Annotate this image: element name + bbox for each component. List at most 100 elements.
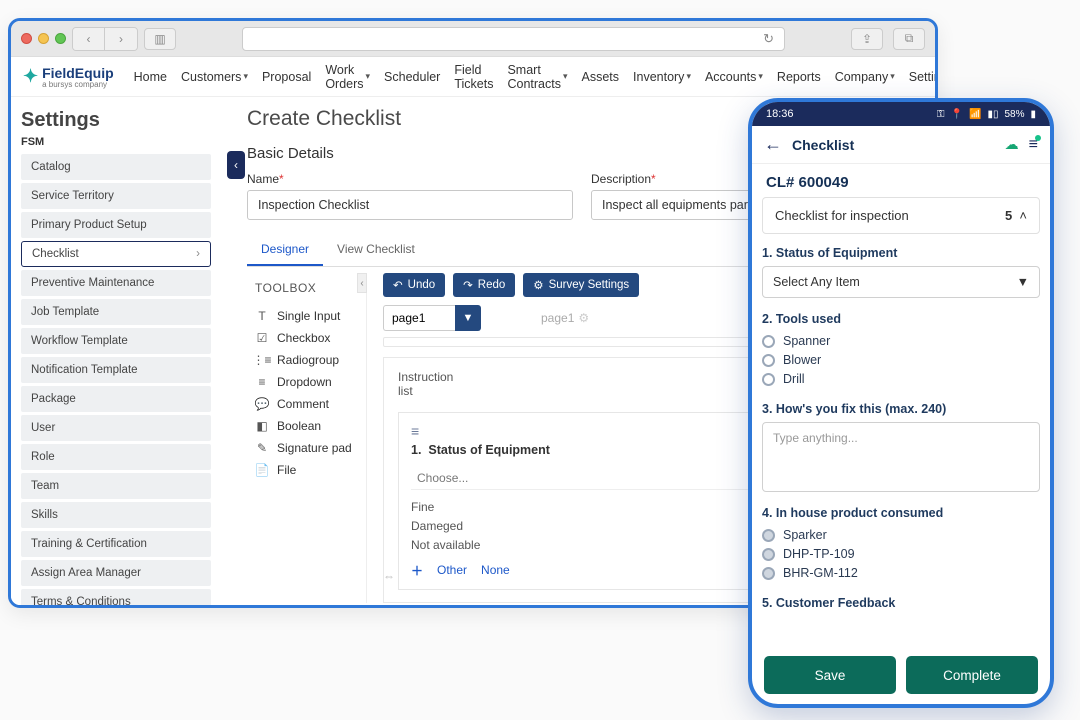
address-bar[interactable]: ↻ [242, 27, 785, 51]
undo-icon: ↶ [393, 278, 403, 292]
cloud-sync-icon[interactable]: ☁ [1005, 136, 1019, 153]
nav-smart-contracts[interactable]: Smart Contracts▾ [507, 63, 567, 91]
q3-textarea[interactable]: Type anything... [762, 422, 1040, 492]
name-input[interactable] [247, 190, 573, 220]
status-time: 18:36 [766, 108, 794, 120]
share-button[interactable]: ⇪ [851, 28, 883, 50]
tool-file[interactable]: 📄File [247, 459, 364, 481]
sidebar-item-catalog[interactable]: Catalog [21, 154, 211, 180]
sidebar-item-terms[interactable]: Terms & Conditions [21, 589, 211, 608]
tool-signature[interactable]: ✎Signature pad [247, 437, 364, 459]
sidebar-item-notification-template[interactable]: Notification Template [21, 357, 211, 383]
sidebar-item-job-template[interactable]: Job Template [21, 299, 211, 325]
q4-option-dhp[interactable]: DHP-TP-109 [762, 547, 1040, 561]
panel-expand-handle[interactable]: ⇔ [383, 569, 395, 591]
tool-label: Comment [277, 397, 329, 411]
settings-sidebar: Settings FSM Catalog Service Territory P… [11, 97, 221, 605]
q2-option-drill[interactable]: Drill [762, 372, 1040, 386]
sidebar-item-role[interactable]: Role [21, 444, 211, 470]
survey-settings-button[interactable]: ⚙Survey Settings [523, 273, 639, 297]
nav-customers[interactable]: Customers▾ [181, 70, 248, 84]
maximize-window-icon[interactable] [55, 33, 66, 44]
other-option-button[interactable]: Other [437, 563, 467, 577]
tool-comment[interactable]: 💬Comment [247, 393, 364, 415]
forward-button[interactable]: › [105, 28, 137, 50]
checkbox-icon [762, 529, 775, 542]
back-icon[interactable]: ← [764, 134, 782, 155]
tool-dropdown[interactable]: ≡Dropdown [247, 371, 364, 393]
logo-subtext: a bursys company [42, 81, 114, 89]
undo-button[interactable]: ↶Undo [383, 273, 445, 297]
sidebar-item-package[interactable]: Package [21, 386, 211, 412]
save-button[interactable]: Save [764, 656, 896, 694]
sidebar-title: Settings [21, 109, 211, 132]
minimize-window-icon[interactable] [38, 33, 49, 44]
nav-field-tickets[interactable]: Field Tickets [454, 63, 493, 91]
redo-button[interactable]: ↷Redo [453, 273, 515, 297]
radio-icon [762, 373, 775, 386]
sidebar-item-checklist[interactable]: Checklist › [21, 241, 211, 267]
sidebar-item-service-territory[interactable]: Service Territory [21, 183, 211, 209]
tool-boolean[interactable]: ◧Boolean [247, 415, 364, 437]
tabs-button[interactable]: ⧉ [893, 28, 925, 50]
checklist-number: CL# 600049 [752, 164, 1050, 197]
tool-radiogroup[interactable]: ⋮≡Radiogroup [247, 349, 364, 371]
menu-icon[interactable]: ≡ [1029, 136, 1038, 154]
q2-option-blower[interactable]: Blower [762, 353, 1040, 367]
sidebar-item-skills[interactable]: Skills [21, 502, 211, 528]
nav-assets[interactable]: Assets [582, 70, 620, 84]
back-button[interactable]: ‹ [73, 28, 105, 50]
page-name-input[interactable] [383, 305, 455, 331]
sidebar-item-assign-area-manager[interactable]: Assign Area Manager [21, 560, 211, 586]
nav-settings[interactable]: Settings [909, 70, 938, 84]
tab-designer[interactable]: Designer [247, 234, 323, 266]
sidebar-item-preventive-maintenance[interactable]: Preventive Maintenance [21, 270, 211, 296]
close-window-icon[interactable] [21, 33, 32, 44]
nav-inventory[interactable]: Inventory▾ [633, 70, 691, 84]
checkbox-icon: ☑ [255, 331, 269, 345]
tab-view-checklist[interactable]: View Checklist [323, 234, 429, 266]
nav-work-orders[interactable]: Work Orders▾ [325, 63, 370, 91]
checklist-for-row[interactable]: Checklist for inspection 5 ˄ [762, 197, 1040, 234]
nav-company[interactable]: Company▾ [835, 70, 895, 84]
tool-label: File [277, 463, 296, 477]
nav-proposal[interactable]: Proposal [262, 70, 311, 84]
sidebar-item-primary-product-setup[interactable]: Primary Product Setup [21, 212, 211, 238]
page-selector[interactable]: ▼ [383, 305, 481, 331]
tool-checkbox[interactable]: ☑Checkbox [247, 327, 364, 349]
sidebar-toggle-button[interactable]: ▥ [144, 28, 176, 50]
nav-home[interactable]: Home [134, 70, 167, 84]
q4-option-sparker[interactable]: Sparker [762, 528, 1040, 542]
dropdown-icon: ≡ [255, 375, 269, 389]
phone-action-bar: Save Complete [752, 656, 1050, 694]
toolbox-collapse-button[interactable]: ‹ [357, 273, 367, 293]
sidebar-item-user[interactable]: User [21, 415, 211, 441]
chevron-right-icon: › [196, 248, 200, 260]
tool-single-input[interactable]: T Single Input [247, 305, 364, 327]
brand-logo[interactable]: ✦ FieldEquip a bursys company [23, 65, 114, 89]
location-icon: 📍 [951, 109, 963, 120]
nav-scheduler[interactable]: Scheduler [384, 70, 440, 84]
sidebar-item-workflow-template[interactable]: Workflow Template [21, 328, 211, 354]
sidebar-item-team[interactable]: Team [21, 473, 211, 499]
nav-accounts[interactable]: Accounts▾ [705, 70, 763, 84]
complete-button[interactable]: Complete [906, 656, 1038, 694]
gear-icon: ⚙ [533, 278, 543, 292]
radio-icon: ⋮≡ [255, 353, 269, 367]
sidebar-item-training[interactable]: Training & Certification [21, 531, 211, 557]
sidebar-collapse-button[interactable]: ‹ [227, 151, 245, 179]
add-option-button[interactable]: ＋ [411, 562, 423, 579]
q4-option-bhr[interactable]: BHR-GM-112 [762, 566, 1040, 580]
q1-select[interactable]: Select Any Item ▼ [762, 266, 1040, 298]
redo-icon: ↷ [463, 278, 473, 292]
q2-option-spanner[interactable]: Spanner [762, 334, 1040, 348]
q4-label: 4. In house product consumed [762, 506, 1040, 520]
sidebar-section: FSM [21, 136, 211, 148]
text-icon: T [255, 309, 269, 323]
page-dropdown-button[interactable]: ▼ [455, 305, 481, 331]
radio-icon [762, 335, 775, 348]
tool-label: Single Input [277, 309, 340, 323]
chevron-down-icon: ▼ [1017, 275, 1029, 289]
none-option-button[interactable]: None [481, 563, 510, 577]
nav-reports[interactable]: Reports [777, 70, 821, 84]
